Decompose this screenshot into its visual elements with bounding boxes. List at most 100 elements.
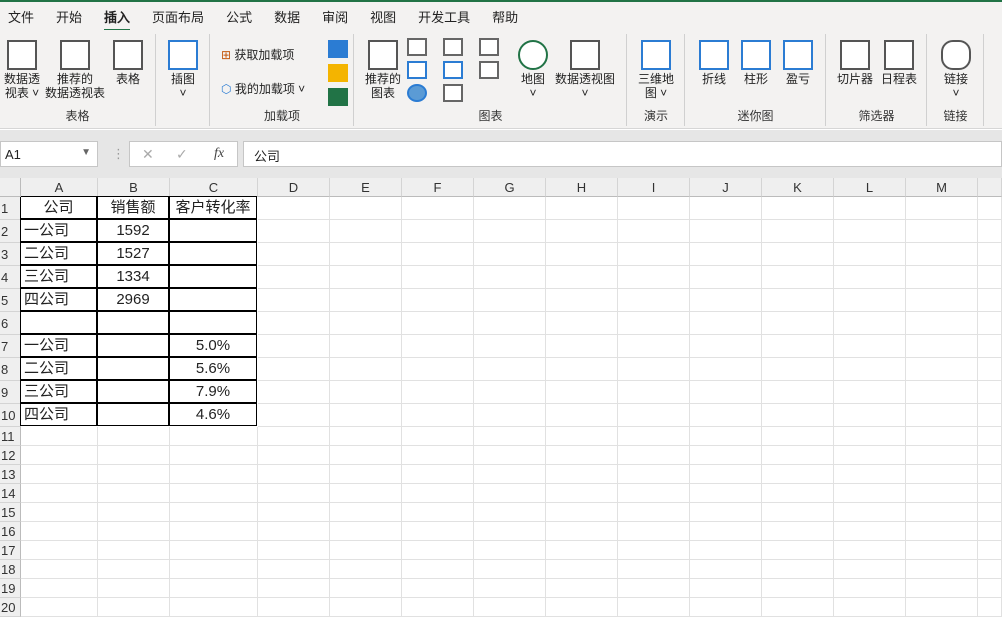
formula-input[interactable]: 公司 (243, 141, 1002, 167)
cell-B5[interactable]: 2969 (97, 288, 169, 311)
cell-A17[interactable] (21, 541, 98, 560)
cell-C19[interactable] (170, 579, 258, 598)
cell-A12[interactable] (21, 446, 98, 465)
cell-D15[interactable] (258, 503, 330, 522)
cell-J8[interactable] (690, 358, 762, 381)
cell-A3[interactable]: 二公司 (20, 242, 97, 265)
cell-M17[interactable] (906, 541, 978, 560)
cell-N16[interactable] (978, 522, 1002, 541)
cell-E8[interactable] (330, 358, 402, 381)
cell-A20[interactable] (21, 598, 98, 617)
cell-B14[interactable] (98, 484, 170, 503)
cell-K11[interactable] (762, 427, 834, 446)
cell-D17[interactable] (258, 541, 330, 560)
statistic-chart-icon[interactable] (443, 61, 463, 79)
insert-function-icon[interactable]: fx (214, 146, 224, 162)
row-header-1[interactable]: 1 (0, 197, 21, 220)
cell-I11[interactable] (618, 427, 690, 446)
cell-C8[interactable]: 5.6% (169, 357, 257, 380)
cell-D16[interactable] (258, 522, 330, 541)
hierarchy-chart-icon[interactable] (443, 38, 463, 56)
cell-I8[interactable] (618, 358, 690, 381)
cell-C17[interactable] (170, 541, 258, 560)
cell-F1[interactable] (402, 197, 474, 220)
cell-I10[interactable] (618, 404, 690, 427)
cell-A19[interactable] (21, 579, 98, 598)
cell-G13[interactable] (474, 465, 546, 484)
cell-B11[interactable] (98, 427, 170, 446)
cell-K1[interactable] (762, 197, 834, 220)
cell-I3[interactable] (618, 243, 690, 266)
cell-K9[interactable] (762, 381, 834, 404)
cell-C20[interactable] (170, 598, 258, 617)
cell-B15[interactable] (98, 503, 170, 522)
cell-C7[interactable]: 5.0% (169, 334, 257, 357)
cell-N5[interactable] (978, 289, 1002, 312)
cell-I12[interactable] (618, 446, 690, 465)
cell-H13[interactable] (546, 465, 618, 484)
row-header-15[interactable]: 15 (0, 503, 21, 522)
cell-G12[interactable] (474, 446, 546, 465)
cell-L7[interactable] (834, 335, 906, 358)
cell-K10[interactable] (762, 404, 834, 427)
cell-B3[interactable]: 1527 (97, 242, 169, 265)
get-addins-button[interactable]: ⊞ 获取加载项 (221, 48, 294, 62)
cell-D11[interactable] (258, 427, 330, 446)
row-header-17[interactable]: 17 (0, 541, 21, 560)
cell-K12[interactable] (762, 446, 834, 465)
cell-M13[interactable] (906, 465, 978, 484)
cell-M5[interactable] (906, 289, 978, 312)
cell-M16[interactable] (906, 522, 978, 541)
column-header-C[interactable]: C (170, 178, 258, 197)
cell-C9[interactable]: 7.9% (169, 380, 257, 403)
cell-I1[interactable] (618, 197, 690, 220)
cell-G17[interactable] (474, 541, 546, 560)
cell-G18[interactable] (474, 560, 546, 579)
cell-C6[interactable] (169, 311, 257, 334)
cell-H20[interactable] (546, 598, 618, 617)
pivot-table-button[interactable]: 数据透 视表 ˅ (2, 40, 42, 100)
cell-D4[interactable] (258, 266, 330, 289)
cell-E11[interactable] (330, 427, 402, 446)
cell-G9[interactable] (474, 381, 546, 404)
cell-C13[interactable] (170, 465, 258, 484)
cell-H10[interactable] (546, 404, 618, 427)
cell-A5[interactable]: 四公司 (20, 288, 97, 311)
cell-J2[interactable] (690, 220, 762, 243)
cell-K2[interactable] (762, 220, 834, 243)
cell-E1[interactable] (330, 197, 402, 220)
enter-icon[interactable]: ✓ (176, 146, 188, 163)
name-box[interactable]: A1 ▼ (0, 141, 98, 167)
row-header-11[interactable]: 11 (0, 427, 21, 446)
cell-L4[interactable] (834, 266, 906, 289)
cell-E9[interactable] (330, 381, 402, 404)
cell-K13[interactable] (762, 465, 834, 484)
cell-F10[interactable] (402, 404, 474, 427)
cell-K14[interactable] (762, 484, 834, 503)
cell-N2[interactable] (978, 220, 1002, 243)
cell-I6[interactable] (618, 312, 690, 335)
cell-G1[interactable] (474, 197, 546, 220)
cell-F12[interactable] (402, 446, 474, 465)
cell-L18[interactable] (834, 560, 906, 579)
row-header-13[interactable]: 13 (0, 465, 21, 484)
cell-G8[interactable] (474, 358, 546, 381)
cell-H8[interactable] (546, 358, 618, 381)
cell-I15[interactable] (618, 503, 690, 522)
cell-L17[interactable] (834, 541, 906, 560)
cell-G19[interactable] (474, 579, 546, 598)
cell-N11[interactable] (978, 427, 1002, 446)
cell-L12[interactable] (834, 446, 906, 465)
row-header-10[interactable]: 10 (0, 404, 21, 427)
cell-H6[interactable] (546, 312, 618, 335)
cell-N10[interactable] (978, 404, 1002, 427)
cell-A1[interactable]: 公司 (20, 196, 97, 219)
column-header-H[interactable]: H (546, 178, 618, 197)
column-header-G[interactable]: G (474, 178, 546, 197)
cell-H3[interactable] (546, 243, 618, 266)
cell-F19[interactable] (402, 579, 474, 598)
cell-M3[interactable] (906, 243, 978, 266)
cell-D10[interactable] (258, 404, 330, 427)
cell-M15[interactable] (906, 503, 978, 522)
cell-I2[interactable] (618, 220, 690, 243)
